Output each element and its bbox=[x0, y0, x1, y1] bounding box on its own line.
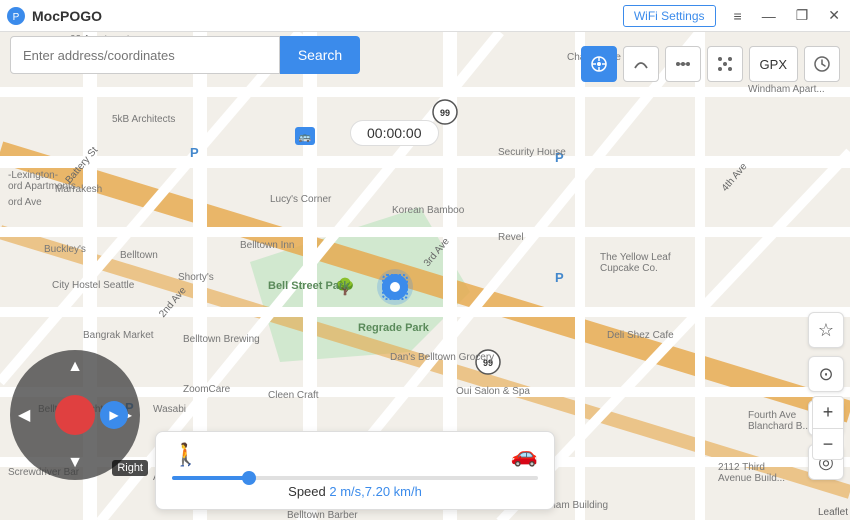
biz-deli-shez: Deli Shez Cafe bbox=[607, 330, 674, 341]
biz-fourth-blanchard: Fourth AveBlanchard B... bbox=[748, 410, 811, 432]
svg-text:🚌: 🚌 bbox=[299, 132, 312, 143]
park-label-bell: Bell Street Park bbox=[268, 280, 349, 292]
joystick: ▲ ▼ ◀ ▶ ▶ Right bbox=[10, 350, 140, 480]
svg-text:P: P bbox=[13, 12, 20, 23]
biz-ave: ord Ave bbox=[8, 197, 42, 208]
biz-windham: Windham Apart... bbox=[748, 84, 825, 95]
biz-5kb: 5kB Architects bbox=[112, 114, 175, 125]
biz-lucys: Lucy's Corner bbox=[270, 194, 331, 205]
close-button[interactable]: ✕ bbox=[818, 0, 850, 32]
car-icon: 🚗 bbox=[511, 442, 538, 468]
address-input[interactable] bbox=[10, 36, 280, 74]
svg-text:P: P bbox=[555, 270, 564, 285]
searchbar: Search bbox=[10, 36, 360, 74]
speed-value: 2 m/s,7.20 km/h bbox=[329, 484, 421, 499]
crosshair-button[interactable] bbox=[581, 46, 617, 82]
biz-zoomcare: ZoomCare bbox=[183, 384, 230, 395]
biz-bangrak: Bangrak Market bbox=[83, 330, 154, 341]
search-button[interactable]: Search bbox=[280, 36, 360, 74]
biz-belltown-inn: Belltown Inn bbox=[240, 240, 294, 251]
speed-text: Speed 2 m/s,7.20 km/h bbox=[172, 484, 538, 499]
speed-panel: 🚶 🚗 Speed 2 m/s,7.20 km/h bbox=[155, 431, 555, 510]
joystick-up[interactable]: ▲ bbox=[67, 358, 83, 376]
gpx-button[interactable]: GPX bbox=[749, 46, 798, 82]
biz-revel: Revel bbox=[498, 232, 524, 243]
walk-icon: 🚶 bbox=[172, 442, 199, 468]
biz-yellow-leaf: The Yellow LeafCupcake Co. bbox=[600, 252, 671, 274]
biz-lexington: -Lexington-ord Apartments bbox=[8, 170, 76, 192]
svg-text:99: 99 bbox=[440, 108, 450, 118]
biz-shortys: Shorty's bbox=[178, 272, 214, 283]
zoom-out-button[interactable]: − bbox=[812, 428, 844, 460]
zoom-in-button[interactable]: + bbox=[812, 396, 844, 428]
biz-city-hostel: City Hostel Seattle bbox=[52, 280, 134, 291]
minimize-button[interactable]: — bbox=[752, 0, 786, 32]
titlebar: P MocPOGO WiFi Settings ≡ — ❐ ✕ bbox=[0, 0, 850, 32]
biz-belltown-brewing: Belltown Brewing bbox=[183, 334, 260, 345]
timer-value: 00:00:00 bbox=[367, 125, 422, 141]
restore-button[interactable]: ❐ bbox=[786, 0, 819, 32]
toolbar-right: GPX bbox=[581, 46, 840, 82]
timer-badge: 00:00:00 bbox=[350, 120, 439, 146]
biz-buckleys: Buckley's bbox=[44, 244, 86, 255]
app-logo: P bbox=[0, 0, 32, 32]
biz-security-house: Security House bbox=[498, 147, 566, 158]
joystick-left[interactable]: ◀ bbox=[18, 405, 30, 425]
svg-text:P: P bbox=[190, 145, 199, 160]
speed-icons: 🚶 🚗 bbox=[172, 442, 538, 468]
wifi-settings-button[interactable]: WiFi Settings bbox=[623, 5, 716, 27]
right-label: Right bbox=[112, 460, 148, 476]
biz-belltown-barber: Belltown Barber bbox=[287, 510, 358, 520]
star-button[interactable]: ☆ bbox=[808, 312, 844, 348]
nodes-button[interactable] bbox=[707, 46, 743, 82]
biz-oui-salon: Oui Salon & Spa bbox=[456, 386, 530, 397]
biz-dans-grocery: Dan's Belltown Grocery bbox=[390, 352, 494, 363]
compass-button[interactable]: ⊙ bbox=[808, 356, 844, 392]
speed-slider-row bbox=[172, 476, 538, 480]
biz-wasabi: Wasabi bbox=[153, 404, 186, 415]
park-label-regrade: Regrade Park bbox=[358, 322, 429, 334]
joystick-down[interactable]: ▼ bbox=[67, 454, 83, 472]
waypoint-button[interactable] bbox=[665, 46, 701, 82]
map[interactable]: 99 99 🚌 P P P P 🌳 Battery St 2nd Ave 3rd… bbox=[0, 32, 850, 520]
joystick-blue-dot: ▶ bbox=[100, 401, 128, 429]
speed-label: Speed bbox=[288, 484, 329, 499]
biz-cleen-craft: Cleen Craft bbox=[268, 390, 319, 401]
leaflet-badge: Leaflet bbox=[818, 507, 848, 518]
zoom-controls: + − bbox=[812, 396, 844, 460]
biz-belltown: Belltown bbox=[120, 250, 158, 261]
biz-korean-bamboo: Korean Bamboo bbox=[392, 205, 464, 216]
curve-button[interactable] bbox=[623, 46, 659, 82]
biz-2112-third: 2112 ThirdAvenue Build... bbox=[718, 462, 785, 484]
history-button[interactable] bbox=[804, 46, 840, 82]
menu-button[interactable]: ≡ bbox=[724, 0, 752, 32]
joystick-center[interactable] bbox=[55, 395, 95, 435]
speed-slider[interactable] bbox=[172, 476, 538, 480]
app-title: MocPOGO bbox=[32, 8, 623, 24]
